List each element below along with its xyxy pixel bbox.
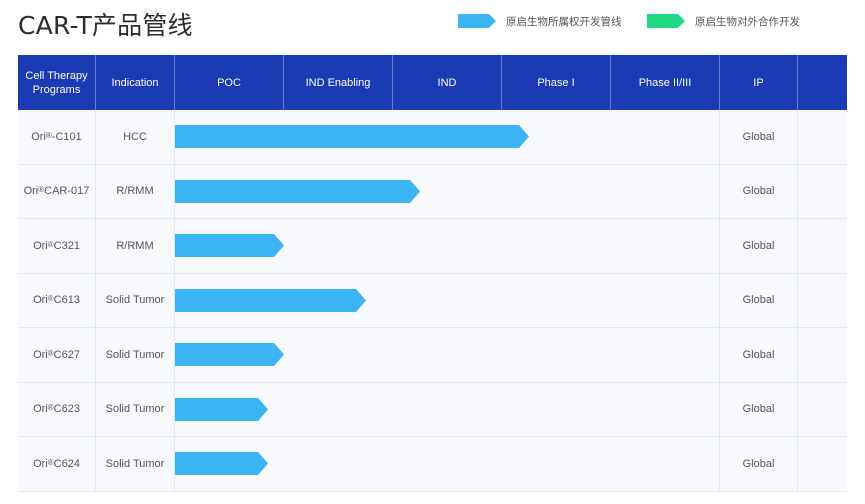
indication-cell: HCC (96, 110, 175, 164)
empty-cell (798, 165, 847, 219)
program-name-prefix: Ori (33, 239, 48, 252)
table-row: Ori ® CAR-017 R/RMM Global (18, 164, 847, 219)
program-name: Ori ® C624 (18, 437, 96, 491)
legend-swatch-partnered-icon (647, 14, 685, 28)
program-name-prefix: Ori (33, 457, 48, 470)
legend-swatch-owned-icon (458, 14, 496, 28)
progress-bar-shape (175, 452, 268, 475)
progress-bar-arrow (175, 179, 420, 203)
legend-label: 原启生物所属权开发管线 (506, 15, 622, 28)
table-row: Ori ® C613 Solid Tumor Global (18, 273, 847, 328)
ip-cell: Global (720, 328, 798, 382)
column-header: IND Enabling (284, 55, 393, 110)
program-name-prefix: Ori (23, 185, 39, 198)
column-header: POC (175, 55, 284, 110)
column-header: Phase I (502, 55, 611, 110)
program-name-suffix: C623 (53, 403, 80, 416)
program-name-prefix: Ori (33, 294, 48, 307)
table-header: Cell Therapy Programs Indication POC IND… (18, 55, 847, 110)
legend-label: 原启生物对外合作开发 (695, 15, 800, 28)
empty-cell (798, 328, 847, 382)
ip-cell: Global (720, 273, 798, 327)
column-header: IND (393, 55, 502, 110)
program-name-suffix: CAR-017 (44, 185, 90, 198)
program-name-suffix: C321 (53, 239, 80, 252)
program-name: Ori ® C623 (18, 382, 96, 436)
progress-bar-shape (175, 125, 529, 148)
progress-bar-arrow (175, 288, 366, 312)
indication-cell: Solid Tumor (96, 382, 175, 436)
empty-cell (798, 274, 847, 328)
empty-cell (798, 437, 847, 491)
progress-bar (175, 288, 366, 312)
indication-cell: R/RMM (96, 219, 175, 273)
progress-bar-arrow (175, 452, 268, 475)
ip-cell: Global (720, 219, 798, 273)
ip-cell: Global (720, 437, 798, 491)
progress-bar-arrow (175, 343, 284, 366)
progress-bar-shape (175, 343, 284, 366)
program-name-prefix: Ori (33, 348, 48, 361)
table-row: Ori ® C321 R/RMM Global (18, 219, 847, 274)
progress-bar (175, 179, 420, 203)
indication-cell: Solid Tumor (96, 273, 175, 327)
program-name-suffix: C627 (53, 348, 80, 361)
empty-cell (798, 110, 847, 164)
ip-cell: Global (720, 382, 798, 436)
progress-bar (175, 125, 529, 148)
empty-cell (798, 383, 847, 437)
progress-bar-shape (175, 288, 366, 312)
column-header: Phase II/III (611, 55, 720, 110)
progress-bar-arrow (175, 125, 529, 148)
progress-bar (175, 234, 284, 257)
table-row: Ori ® C624 Solid Tumor Global (18, 437, 847, 492)
program-name: Ori ® C321 (18, 219, 96, 273)
legend-item-owned: 原启生物所属权开发管线 (458, 13, 622, 29)
progress-bar (175, 452, 268, 475)
program-name: Ori ® -C101 (18, 110, 96, 164)
program-name-prefix: Ori (33, 403, 48, 416)
table-row: Ori ® C627 Solid Tumor Global (18, 328, 847, 383)
program-name-prefix: Ori (31, 130, 46, 143)
ip-cell: Global (720, 110, 798, 164)
column-header: Cell Therapy Programs (18, 55, 96, 110)
legend-item-partnered: 原启生物对外合作开发 (647, 13, 800, 29)
indication-cell: Solid Tumor (96, 437, 175, 491)
table-row: Ori ® C623 Solid Tumor Global (18, 382, 847, 437)
progress-bar (175, 397, 268, 421)
progress-bar-arrow (175, 234, 284, 257)
table-row: Ori ® -C101 HCC Global (18, 110, 847, 165)
column-header: Indication (96, 55, 175, 110)
progress-bar-shape (175, 397, 268, 421)
page-title: CAR-T产品管线 (18, 11, 193, 40)
ip-cell: Global (720, 164, 798, 218)
pipeline-table: Cell Therapy Programs Indication POC IND… (18, 55, 847, 493)
indication-cell: Solid Tumor (96, 328, 175, 382)
program-name-suffix: C613 (53, 294, 80, 307)
program-name: Ori ® CAR-017 (18, 164, 96, 218)
progress-bar-arrow (175, 397, 268, 421)
column-header: IP (720, 55, 798, 110)
indication-cell: R/RMM (96, 164, 175, 218)
empty-cell (798, 219, 847, 273)
program-name: Ori ® C627 (18, 328, 96, 382)
progress-bar-shape (175, 234, 284, 257)
program-name: Ori ® C613 (18, 273, 96, 327)
program-name-suffix: C624 (53, 457, 80, 470)
column-header (798, 55, 847, 110)
progress-bar-shape (175, 179, 420, 203)
program-name-suffix: -C101 (51, 130, 82, 143)
progress-bar (175, 343, 284, 366)
